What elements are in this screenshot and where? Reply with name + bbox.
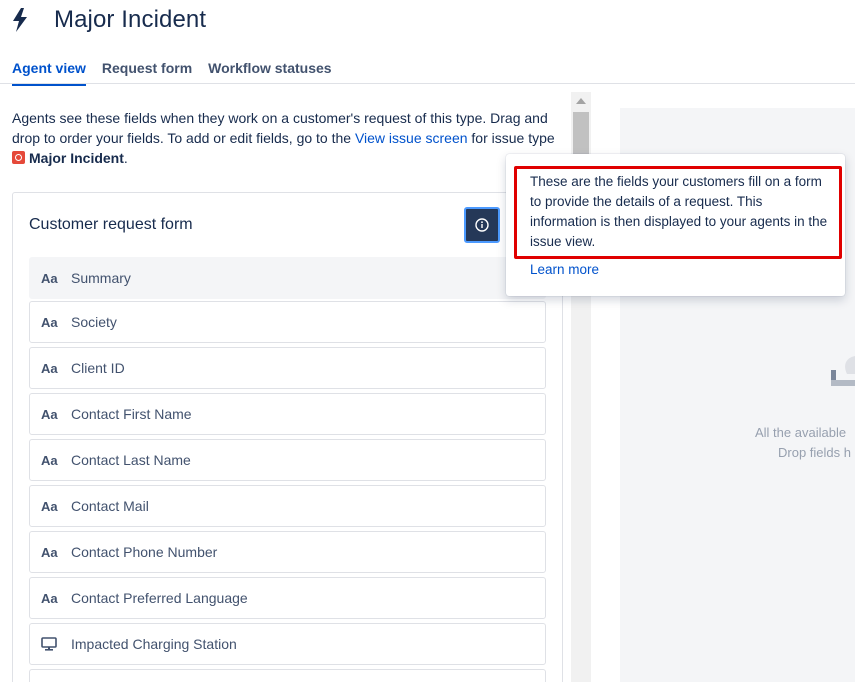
- field-label: Society: [71, 314, 117, 330]
- text-field-icon: Aa: [41, 498, 58, 514]
- empty-state-subtext: Drop fields h: [778, 445, 851, 460]
- text-field-icon: Aa: [41, 360, 58, 376]
- description-end: .: [123, 150, 128, 166]
- field-label: Contact Preferred Language: [71, 590, 248, 606]
- tab-agent-view[interactable]: Agent view: [12, 60, 86, 86]
- highlight-box: [514, 166, 842, 259]
- description-text-2: for issue type: [467, 130, 555, 146]
- field-contact-preferred-language[interactable]: Aa Contact Preferred Language: [29, 577, 546, 619]
- field-contact-first-name[interactable]: Aa Contact First Name: [29, 393, 546, 435]
- text-field-icon: Aa: [41, 590, 58, 606]
- field-label: Client ID: [71, 360, 125, 376]
- lightning-bolt-icon: [10, 6, 30, 34]
- info-button[interactable]: [464, 207, 500, 243]
- field-client-id[interactable]: Aa Client ID: [29, 347, 546, 389]
- field-label: Contact First Name: [71, 406, 192, 422]
- field-label: Contact Mail: [71, 498, 149, 514]
- issue-type-icon: [12, 151, 25, 164]
- field-label: Summary: [71, 270, 131, 286]
- text-field-icon: Aa: [41, 452, 58, 468]
- field-contact-mail[interactable]: Aa Contact Mail: [29, 485, 546, 527]
- field-contact-phone-number[interactable]: Aa Contact Phone Number: [29, 531, 546, 573]
- field-next[interactable]: [29, 669, 546, 682]
- field-summary[interactable]: Aa Summary: [29, 257, 546, 299]
- learn-more-link[interactable]: Learn more: [530, 262, 599, 277]
- empty-state-illustration-icon: [831, 356, 855, 386]
- field-label: Contact Last Name: [71, 452, 191, 468]
- page: Major Incident Agent view Request form W…: [0, 0, 855, 682]
- tab-workflow-statuses[interactable]: Workflow statuses: [208, 60, 331, 86]
- text-field-icon: Aa: [41, 406, 58, 422]
- issue-type-name: Major Incident: [29, 150, 124, 166]
- field-impacted-charging-station[interactable]: Impacted Charging Station: [29, 623, 546, 665]
- text-field-icon: Aa: [41, 544, 58, 560]
- description: Agents see these fields when they work o…: [12, 108, 567, 168]
- field-society[interactable]: Aa Society: [29, 301, 546, 343]
- info-icon: [475, 218, 489, 232]
- text-field-icon: Aa: [41, 270, 58, 286]
- field-label: Impacted Charging Station: [71, 636, 237, 652]
- field-label: Contact Phone Number: [71, 544, 218, 560]
- card-title: Customer request form: [29, 216, 193, 233]
- scroll-up-arrow-icon[interactable]: [576, 98, 586, 104]
- tab-bar: Agent view Request form Workflow statuse…: [12, 60, 348, 86]
- tab-request-form[interactable]: Request form: [102, 60, 192, 86]
- text-field-icon: Aa: [41, 314, 58, 330]
- monitor-icon: [41, 637, 71, 651]
- field-contact-last-name[interactable]: Aa Contact Last Name: [29, 439, 546, 481]
- page-title: Major Incident: [54, 6, 207, 33]
- view-issue-screen-link[interactable]: View issue screen: [355, 130, 468, 146]
- empty-state-text: All the available: [755, 425, 847, 440]
- page-header: Major Incident: [10, 6, 206, 34]
